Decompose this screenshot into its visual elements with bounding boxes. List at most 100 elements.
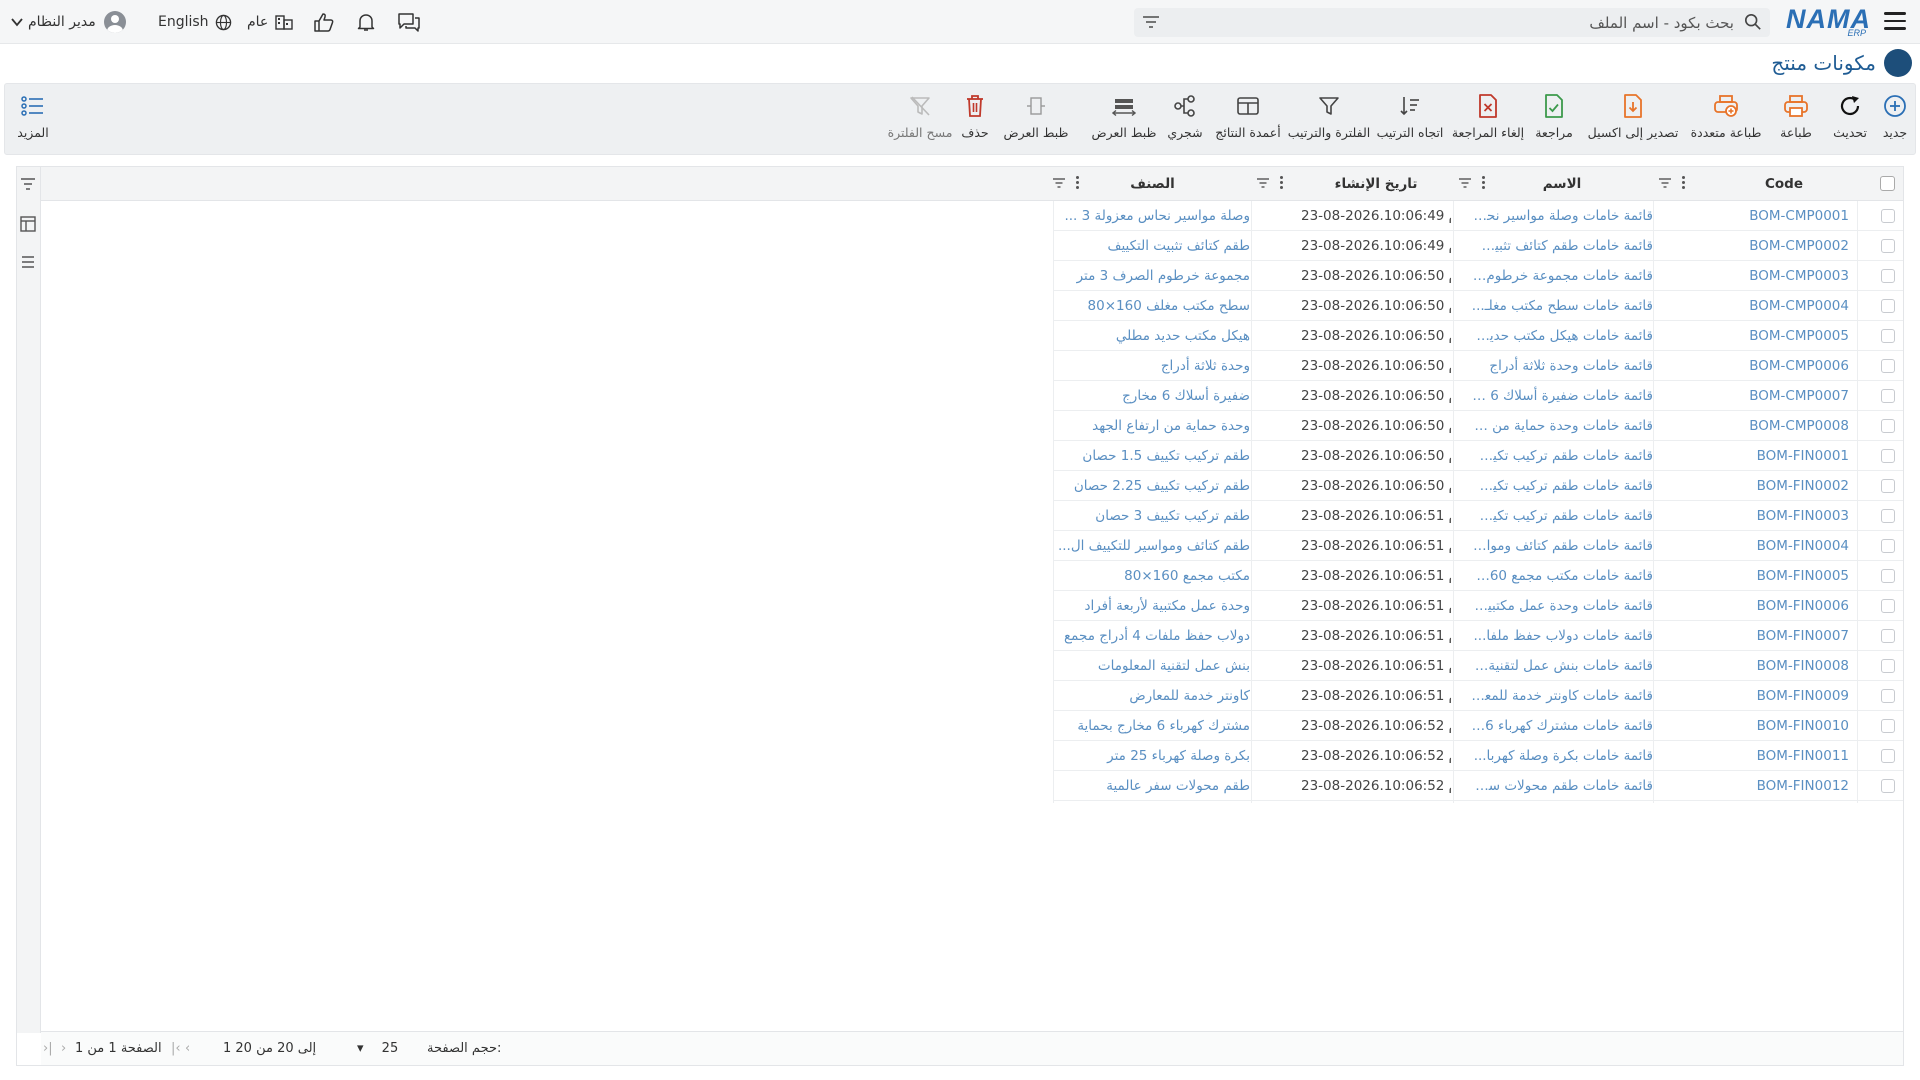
cell-name[interactable]: قائمة خامات هيكل مكتب حديد ... <box>1471 321 1653 351</box>
cell-code[interactable]: BOM-CMP0007 <box>1719 381 1849 411</box>
row-checkbox[interactable] <box>1881 539 1895 553</box>
table-row[interactable]: BOM-CMP0005 قائمة خامات هيكل مكتب حديد ..… <box>1053 321 1903 351</box>
page-size-select[interactable]: ▾ 25 <box>357 1041 398 1056</box>
cell-category[interactable]: طقم كتائف تثبيت التكييف <box>1055 231 1250 261</box>
side-menu-icon[interactable] <box>20 255 36 269</box>
cell-name[interactable]: قائمة خامات مشترك كهرباء 6 ... <box>1471 711 1653 741</box>
messages-button[interactable] <box>397 10 421 34</box>
cell-name[interactable]: قائمة خامات دولاب حفظ ملفا... <box>1471 621 1654 651</box>
cell-code[interactable]: BOM-FIN0010 <box>1719 711 1849 741</box>
cell-name[interactable]: قائمة خامات سطح مكتب مغلـ... <box>1471 291 1653 321</box>
cell-category[interactable]: ضفيرة أسلاك 6 مخارج <box>1055 381 1250 411</box>
search-input[interactable] <box>1316 8 1736 37</box>
cell-name[interactable]: قائمة خامات وحدة عمل مكتبية ... <box>1471 591 1653 621</box>
cell-category[interactable]: وحدة ثلاثة أدراج <box>1055 351 1250 381</box>
user-menu[interactable]: مدير النظام <box>10 10 126 34</box>
last-page-button[interactable]: ›| <box>43 1041 53 1056</box>
search-icon[interactable] <box>1744 13 1762 31</box>
notifications-button[interactable] <box>356 10 376 34</box>
row-checkbox[interactable] <box>1881 509 1895 523</box>
cell-category[interactable]: وصلة مواسير نحاس معزولة 3 ... <box>1055 201 1250 231</box>
fit-width-button-1[interactable]: ظبط العرض <box>1091 92 1157 148</box>
cell-name[interactable]: قائمة خامات بنش عمل لتقنية ا... <box>1471 651 1653 681</box>
cell-category[interactable]: مشترك كهرباء 6 مخارج بحماية <box>1055 711 1250 741</box>
clear-filter-button[interactable]: مسح الفلترة <box>887 92 953 148</box>
cell-name[interactable]: قائمة خامات طقم تركيب تكيي... <box>1471 471 1653 501</box>
cell-name[interactable]: قائمة خامات طقم تركيب تكيي... <box>1471 501 1653 531</box>
cell-category[interactable]: سطح مكتب مغلف 160×80 <box>1055 291 1250 321</box>
column-menu-icon[interactable] <box>1280 176 1283 189</box>
column-menu-icon[interactable] <box>1076 176 1079 189</box>
table-row[interactable]: BOM-CMP0001 قائمة خامات وصلة مواسير نحا..… <box>1053 201 1903 231</box>
cell-category[interactable]: طقم محولات سفر عالمية <box>1055 771 1250 801</box>
cell-code[interactable]: BOM-CMP0006 <box>1719 351 1849 381</box>
hamburger-menu-icon[interactable] <box>1884 12 1906 32</box>
column-filter-icon[interactable] <box>1658 177 1672 189</box>
column-filter-icon[interactable] <box>1458 177 1472 189</box>
side-filter-icon[interactable] <box>20 177 36 191</box>
language-switch[interactable]: English <box>158 10 232 34</box>
row-checkbox[interactable] <box>1881 359 1895 373</box>
column-menu-icon[interactable] <box>1482 176 1485 189</box>
table-row[interactable]: BOM-FIN0002 قائمة خامات طقم تركيب تكيي...… <box>1053 471 1903 501</box>
cell-code[interactable]: BOM-FIN0005 <box>1719 561 1849 591</box>
cell-code[interactable]: BOM-CMP0008 <box>1719 411 1849 441</box>
sort-direction-button[interactable]: اتجاه الترتيب <box>1375 92 1445 148</box>
table-row[interactable]: BOM-FIN0008 قائمة خامات بنش عمل لتقنية ا.… <box>1053 651 1903 681</box>
cell-category[interactable]: مجموعة خرطوم الصرف 3 متر <box>1055 261 1250 291</box>
row-checkbox[interactable] <box>1881 569 1895 583</box>
cell-name[interactable]: قائمة خامات طقم تركيب تكيي... <box>1471 441 1653 471</box>
select-all-checkbox[interactable] <box>1880 176 1895 191</box>
cell-code[interactable]: BOM-FIN0003 <box>1719 501 1849 531</box>
column-header-category[interactable]: الصنف <box>1055 167 1250 201</box>
row-checkbox[interactable] <box>1881 719 1895 733</box>
table-row[interactable]: BOM-FIN0006 قائمة خامات وحدة عمل مكتبية .… <box>1053 591 1903 621</box>
cell-name[interactable]: قائمة خامات وصلة مواسير نحا... <box>1471 201 1653 231</box>
cell-category[interactable]: بكرة وصلة كهرباء 25 متر <box>1055 741 1250 771</box>
cell-code[interactable]: BOM-CMP0002 <box>1719 231 1849 261</box>
table-row[interactable]: BOM-CMP0006 قائمة خامات وحدة ثلاثة أدراج 2… <box>1053 351 1903 381</box>
refresh-button[interactable]: تحديث <box>1825 92 1875 148</box>
cell-code[interactable]: BOM-FIN0009 <box>1719 681 1849 711</box>
result-columns-button[interactable]: أعمدة النتائج <box>1213 92 1283 148</box>
row-checkbox[interactable] <box>1881 599 1895 613</box>
tree-view-button[interactable]: شجري <box>1163 92 1207 148</box>
row-checkbox[interactable] <box>1881 779 1895 793</box>
cell-category[interactable]: وحدة عمل مكتبية لأربعة أفراد <box>1055 591 1250 621</box>
column-filter-icon[interactable] <box>1052 177 1066 189</box>
cell-code[interactable]: BOM-FIN0008 <box>1719 651 1849 681</box>
like-button[interactable] <box>313 10 335 34</box>
table-row[interactable]: BOM-CMP0007 قائمة خامات ضفيرة أسلاك 6 م..… <box>1053 381 1903 411</box>
prev-page-button[interactable]: ‹ <box>185 1041 190 1056</box>
table-row[interactable]: BOM-FIN0001 قائمة خامات طقم تركيب تكيي...… <box>1053 441 1903 471</box>
delete-button[interactable]: حذف <box>957 92 993 148</box>
row-checkbox[interactable] <box>1881 629 1895 643</box>
column-menu-icon[interactable] <box>1682 176 1685 189</box>
app-logo[interactable]: NAMA ERP <box>1786 4 1870 40</box>
cell-code[interactable]: BOM-CMP0005 <box>1719 321 1849 351</box>
table-row[interactable]: BOM-CMP0004 قائمة خامات سطح مكتب مغلـ... 2… <box>1053 291 1903 321</box>
cell-name[interactable]: قائمة خامات ضفيرة أسلاك 6 م... <box>1471 381 1653 411</box>
cell-code[interactable]: BOM-FIN0004 <box>1719 531 1849 561</box>
row-checkbox[interactable] <box>1881 749 1895 763</box>
side-columns-icon[interactable] <box>20 216 36 232</box>
column-header-created[interactable]: تاريخ الإنشاء <box>1301 167 1451 201</box>
cell-category[interactable]: طقم تركيب تكييف 3 حصان <box>1055 501 1250 531</box>
filter-sort-button[interactable]: الفلترة والترتيب <box>1288 92 1370 148</box>
cell-name[interactable]: قائمة خامات مكتب مجمع 160... <box>1471 561 1653 591</box>
more-button[interactable]: المزيد <box>13 92 53 148</box>
column-header-name[interactable]: الاسم <box>1471 167 1653 201</box>
table-row[interactable]: BOM-CMP0002 قائمة خامات طقم كتائف تثبيت..… <box>1053 231 1903 261</box>
cell-category[interactable]: وحدة حماية من ارتفاع الجهد <box>1055 411 1250 441</box>
fit-width-button-2[interactable]: ظبط العرض <box>1003 92 1069 148</box>
print-button[interactable]: طباعة <box>1771 92 1821 148</box>
cell-code[interactable]: BOM-FIN0001 <box>1719 441 1849 471</box>
cell-category[interactable]: دولاب حفظ ملفات 4 أدراج مجمع <box>1055 621 1250 651</box>
table-row[interactable]: BOM-CMP0008 قائمة خامات وحدة حماية من ارت… <box>1053 411 1903 441</box>
new-button[interactable]: جديد <box>1877 92 1913 148</box>
row-checkbox[interactable] <box>1881 269 1895 283</box>
row-checkbox[interactable] <box>1881 689 1895 703</box>
cell-category[interactable]: طقم تركيب تكييف 2.25 حصان <box>1055 471 1250 501</box>
table-row[interactable]: BOM-FIN0010 قائمة خامات مشترك كهرباء 6 ..… <box>1053 711 1903 741</box>
row-checkbox[interactable] <box>1881 479 1895 493</box>
